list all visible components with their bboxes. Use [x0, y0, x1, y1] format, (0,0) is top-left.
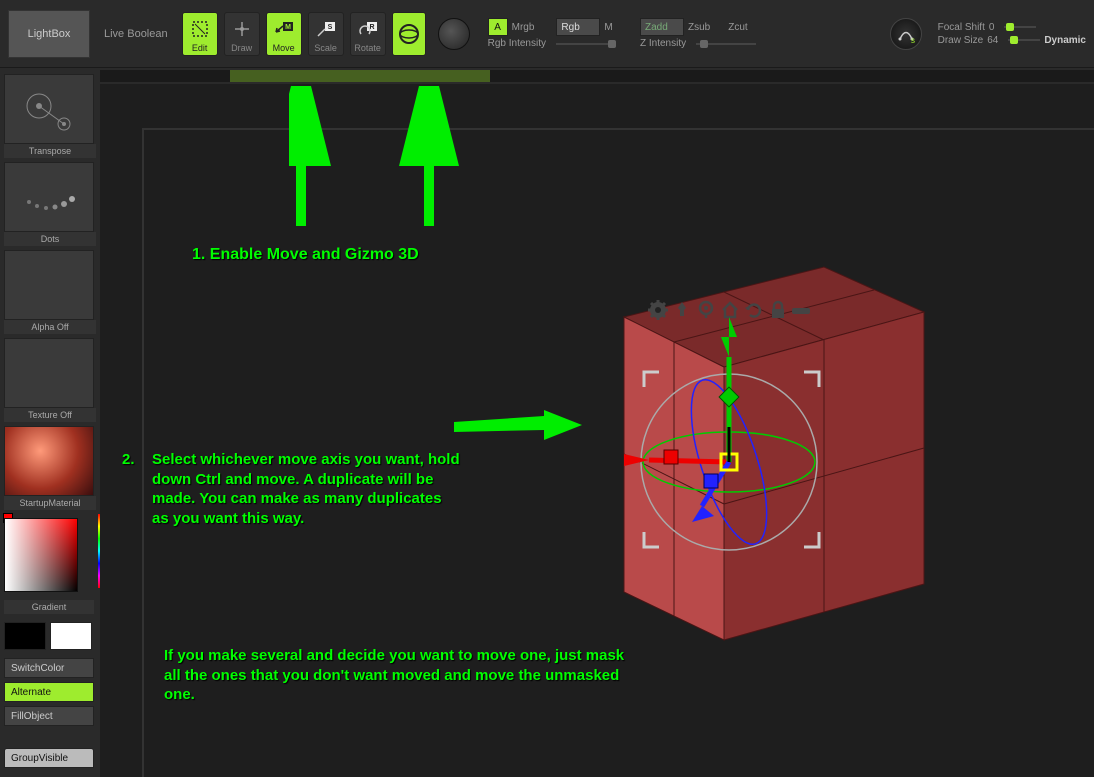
swatch-pair — [4, 622, 96, 650]
draw-button[interactable]: Draw — [224, 12, 260, 56]
scale-icon: S — [315, 15, 337, 43]
stroke-curve-icon[interactable]: s — [890, 18, 922, 50]
main-color-swatch[interactable] — [4, 622, 46, 650]
draw-size-slider[interactable] — [1008, 39, 1040, 41]
right-controls: s Focal Shift 0 Draw Size 64 Dynamic — [890, 18, 1086, 50]
shader-sphere-icon[interactable] — [438, 18, 470, 50]
rgb-intensity-label: Rgb Intensity — [488, 38, 546, 49]
svg-text:s: s — [911, 36, 915, 45]
svg-text:M: M — [285, 24, 291, 31]
draw-label: Draw — [231, 43, 252, 53]
live-boolean-toggle[interactable]: Live Boolean — [104, 28, 168, 40]
transpose-brush-thumb[interactable]: Transpose — [4, 74, 96, 158]
gizmo3d-button[interactable] — [392, 12, 426, 56]
move-label: Move — [273, 43, 295, 53]
focal-shift-slider[interactable] — [1004, 26, 1036, 28]
transpose-label: Transpose — [4, 144, 96, 158]
m-button[interactable]: M — [604, 22, 612, 33]
z-mode-group: Zadd Zsub Zcut Z Intensity — [640, 18, 756, 49]
a-mode-button[interactable]: A — [488, 18, 508, 36]
fill-object-button[interactable]: FillObject — [4, 706, 94, 726]
move-button[interactable]: M Move — [266, 12, 302, 56]
draw-size-label: Draw Size — [938, 35, 984, 46]
mrgb-button[interactable]: Mrgb — [512, 22, 535, 33]
annotation-step2: Select whichever move axis you want, hol… — [152, 450, 462, 528]
rgb-button[interactable]: Rgb — [556, 18, 600, 36]
alternate-button[interactable]: Alternate — [4, 682, 94, 702]
viewport[interactable]: 1. Enable Move and Gizmo 3D 2. Select wh… — [100, 84, 1094, 777]
texture-off-label: Texture Off — [4, 408, 96, 422]
dots-stroke-thumb[interactable]: Dots — [4, 162, 96, 246]
color-picker[interactable] — [4, 514, 96, 596]
alpha-off-label: Alpha Off — [4, 320, 96, 334]
annotation-arrow-1 — [289, 86, 489, 246]
alpha-thumb[interactable]: Alpha Off — [4, 250, 96, 334]
timeline-strip[interactable] — [100, 70, 1094, 82]
rotate-label: Rotate — [354, 43, 381, 53]
focal-shift-label: Focal Shift — [938, 22, 985, 33]
dynamic-toggle[interactable]: Dynamic — [1044, 35, 1086, 46]
3d-canvas[interactable]: 1. Enable Move and Gizmo 3D 2. Select wh… — [142, 128, 1094, 777]
sticky-icon — [792, 308, 810, 314]
material-thumb[interactable]: StartupMaterial — [4, 426, 96, 510]
edit-label: Edit — [192, 43, 208, 53]
scale-label: Scale — [314, 43, 337, 53]
zsub-button[interactable]: Zsub — [688, 22, 710, 33]
rotate-icon: R — [357, 15, 379, 43]
zcut-button[interactable]: Zcut — [728, 22, 747, 33]
svg-text:S: S — [327, 24, 332, 31]
color-mode-group: A Mrgb Rgb M Rgb Intensity — [488, 18, 616, 49]
gizmo3d-icon — [397, 15, 421, 53]
rotate-button[interactable]: R Rotate — [350, 12, 386, 56]
secondary-color-swatch[interactable] — [50, 622, 92, 650]
lightbox-button[interactable]: LightBox — [8, 10, 90, 58]
scale-button[interactable]: S Scale — [308, 12, 344, 56]
cube-subtool[interactable] — [524, 222, 944, 642]
edit-button[interactable]: Edit — [182, 12, 218, 56]
gear-icon — [648, 300, 668, 320]
annotation-note: If you make several and decide you want … — [164, 646, 634, 705]
switch-color-button[interactable]: SwitchColor — [4, 658, 94, 678]
dots-label: Dots — [4, 232, 96, 246]
top-toolbar: LightBox Live Boolean Edit Draw M Move S… — [0, 0, 1094, 68]
z-intensity-label: Z Intensity — [640, 38, 686, 49]
group-visible-button[interactable]: GroupVisible — [4, 748, 94, 768]
edit-icon — [190, 15, 210, 43]
move-icon: M — [273, 15, 295, 43]
z-intensity-slider[interactable] — [696, 43, 756, 45]
annotation-step2-num: 2. — [122, 450, 135, 470]
left-sidebar: Transpose Dots Alpha Off Texture Off Sta… — [0, 70, 100, 777]
rgb-intensity-slider[interactable] — [556, 43, 616, 45]
draw-icon — [232, 15, 252, 43]
texture-thumb[interactable]: Texture Off — [4, 338, 96, 422]
focal-shift-value: 0 — [989, 22, 995, 33]
annotation-step1: 1. Enable Move and Gizmo 3D — [192, 246, 419, 264]
zadd-button[interactable]: Zadd — [640, 18, 684, 36]
draw-size-value: 64 — [987, 35, 998, 46]
gradient-label: Gradient — [4, 600, 94, 614]
startup-material-label: StartupMaterial — [4, 496, 96, 510]
